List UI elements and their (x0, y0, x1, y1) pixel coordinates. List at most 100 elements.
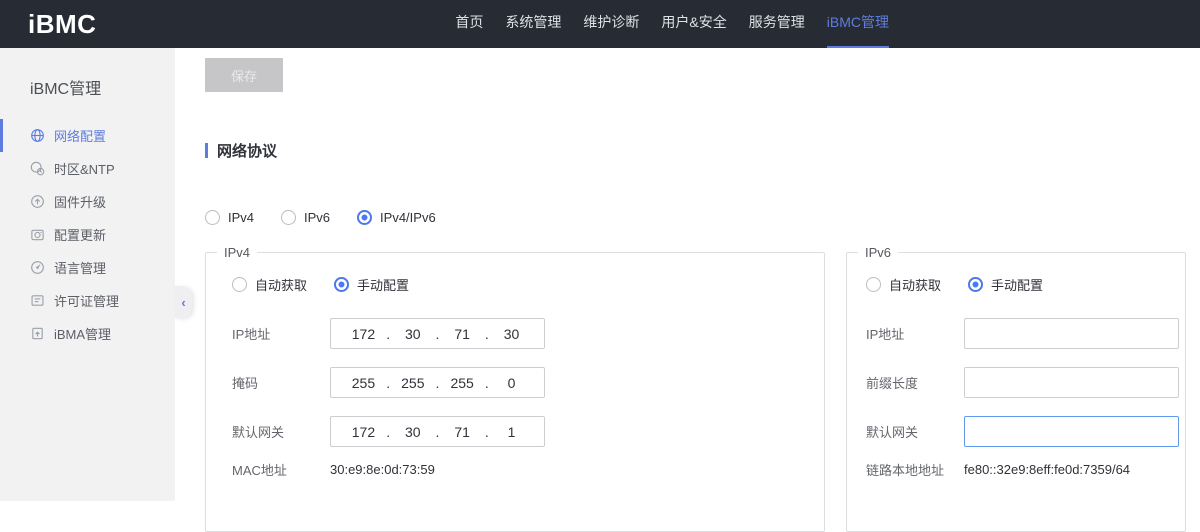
top-navbar: iBMC 首页 系统管理 维护诊断 用户&安全 服务管理 iBMC管理 (0, 0, 1200, 48)
octet[interactable]: 71 (446, 326, 479, 342)
ipv6-ip-label: IP地址 (866, 324, 964, 343)
ipv4-mask-label: 掩码 (232, 373, 330, 392)
section-title: 网络协议 (217, 140, 277, 161)
ipv6-gateway-row: 默认网关 (866, 416, 1185, 447)
ipv6-link-local-label: 链路本地地址 (866, 460, 964, 479)
radio-ipv6[interactable]: IPv6 (281, 210, 330, 225)
section-header: 网络协议 (205, 140, 1200, 161)
octet[interactable]: 255 (347, 375, 380, 391)
ipv4-gateway-label: 默认网关 (232, 422, 330, 441)
octet-separator: . (429, 326, 445, 342)
octet-separator: . (429, 375, 445, 391)
radio-circle-icon[interactable] (281, 210, 296, 225)
top-nav-menu: 首页 系统管理 维护诊断 用户&安全 服务管理 iBMC管理 (444, 0, 900, 48)
sidebar-item-label: 配置更新 (54, 225, 106, 244)
ipv4-manual-radio[interactable]: 手动配置 (334, 275, 409, 294)
sidebar-item-label: 语言管理 (54, 258, 106, 277)
ipv4-auto-radio[interactable]: 自动获取 (232, 275, 307, 294)
radio-circle-icon[interactable] (232, 277, 247, 292)
sidebar-item-label: 许可证管理 (54, 291, 119, 310)
ipv4-panel: IPv4 自动获取 手动配置 IP地址 (205, 252, 825, 532)
sidebar-item-label: 时区&NTP (54, 159, 115, 178)
nav-item-ibmc-management[interactable]: iBMC管理 (827, 0, 889, 48)
sidebar-title: iBMC管理 (0, 48, 175, 99)
sidebar-item-config-update[interactable]: 配置更新 (0, 218, 175, 251)
ipv4-mask-input[interactable]: 255 . 255 . 255 . 0 (330, 367, 545, 398)
ipv4-gateway-input[interactable]: 172 . 30 . 71 . 1 (330, 416, 545, 447)
octet-separator: . (479, 375, 495, 391)
octet[interactable]: 30 (495, 326, 528, 342)
ipv4-gateway-row: 默认网关 172 . 30 . 71 . 1 (232, 416, 824, 447)
ipv6-ip-input[interactable] (964, 318, 1179, 349)
ipv6-prefix-label: 前缀长度 (866, 373, 964, 392)
octet[interactable]: 1 (495, 424, 528, 440)
protocol-radio-group: IPv4 IPv6 IPv4/IPv6 (205, 210, 1200, 225)
ipv4-mac-label: MAC地址 (232, 460, 330, 479)
ipv6-manual-radio[interactable]: 手动配置 (968, 275, 1043, 294)
main-content: 保存 网络协议 IPv4 IPv6 IPv4/IPv6 IPv4 (175, 48, 1200, 501)
ipv6-link-local-value: fe80::32e9:8eff:fe0d:7359/64 (964, 462, 1130, 477)
sidebar-item-network-config[interactable]: 网络配置 (0, 119, 175, 152)
octet[interactable]: 0 (495, 375, 528, 391)
nav-item-user-security[interactable]: 用户&安全 (661, 0, 726, 48)
ipv4-panel-legend: IPv4 (217, 245, 257, 260)
nav-item-services[interactable]: 服务管理 (749, 0, 805, 48)
radio-circle-checked-icon[interactable] (334, 277, 349, 292)
octet[interactable]: 255 (396, 375, 429, 391)
ipv6-prefix-input[interactable] (964, 367, 1179, 398)
ipv4-manual-label: 手动配置 (357, 275, 409, 294)
octet[interactable]: 172 (347, 326, 380, 342)
protocol-panels: IPv4 自动获取 手动配置 IP地址 (205, 252, 1200, 532)
nav-item-maintenance[interactable]: 维护诊断 (583, 0, 639, 48)
octet-separator: . (380, 375, 396, 391)
octet-separator: . (380, 424, 396, 440)
octet[interactable]: 172 (347, 424, 380, 440)
octet-separator: . (429, 424, 445, 440)
nav-item-system[interactable]: 系统管理 (505, 0, 561, 48)
section-accent-bar (205, 143, 208, 158)
octet[interactable]: 30 (396, 326, 429, 342)
radio-circle-icon[interactable] (866, 277, 881, 292)
sidebar-item-ibma-management[interactable]: iBMA管理 (0, 317, 175, 350)
radio-ipv4-ipv6-label: IPv4/IPv6 (380, 210, 436, 225)
ipv6-gateway-input[interactable] (964, 416, 1179, 447)
octet-separator: . (479, 424, 495, 440)
ipv4-mac-value: 30:e9:8e:0d:73:59 (330, 462, 435, 477)
ipv4-mask-row: 掩码 255 . 255 . 255 . 0 (232, 367, 824, 398)
radio-circle-checked-icon[interactable] (357, 210, 372, 225)
sidebar-item-timezone-ntp[interactable]: 时区&NTP (0, 152, 175, 185)
ipv4-ip-row: IP地址 172 . 30 . 71 . 30 (232, 318, 824, 349)
ipv6-auto-radio[interactable]: 自动获取 (866, 275, 941, 294)
octet-separator: . (479, 326, 495, 342)
radio-ipv4[interactable]: IPv4 (205, 210, 254, 225)
save-button[interactable]: 保存 (205, 58, 283, 92)
radio-circle-icon[interactable] (205, 210, 220, 225)
ipv6-mode-radio-group: 自动获取 手动配置 (866, 275, 1185, 294)
nav-item-home[interactable]: 首页 (455, 0, 483, 48)
language-icon (30, 260, 45, 275)
network-icon (30, 128, 45, 143)
license-icon (30, 293, 45, 308)
sidebar-item-license-management[interactable]: 许可证管理 (0, 284, 175, 317)
octet[interactable]: 30 (396, 424, 429, 440)
octet[interactable]: 255 (446, 375, 479, 391)
ipv4-mac-row: MAC地址 30:e9:8e:0d:73:59 (232, 460, 824, 479)
radio-ipv6-label: IPv6 (304, 210, 330, 225)
brand-logo: iBMC (28, 9, 96, 40)
ipv4-ip-input[interactable]: 172 . 30 . 71 . 30 (330, 318, 545, 349)
sidebar-item-firmware-upgrade[interactable]: 固件升级 (0, 185, 175, 218)
octet[interactable]: 71 (446, 424, 479, 440)
ibma-icon (30, 326, 45, 341)
sidebar-item-language-management[interactable]: 语言管理 (0, 251, 175, 284)
sidebar-collapse-button[interactable]: ‹ (175, 286, 192, 318)
ipv4-ip-label: IP地址 (232, 324, 330, 343)
radio-ipv4-ipv6[interactable]: IPv4/IPv6 (357, 210, 436, 225)
sidebar-item-label: 网络配置 (54, 126, 106, 145)
sidebar-menu: 网络配置 时区&NTP 固件升级 (0, 119, 175, 350)
config-update-icon (30, 227, 45, 242)
sidebar-item-label: 固件升级 (54, 192, 106, 211)
ipv4-mode-radio-group: 自动获取 手动配置 (232, 275, 824, 294)
ipv6-prefix-row: 前缀长度 (866, 367, 1185, 398)
radio-circle-checked-icon[interactable] (968, 277, 983, 292)
ipv6-panel: IPv6 自动获取 手动配置 IP地址 (846, 252, 1186, 532)
